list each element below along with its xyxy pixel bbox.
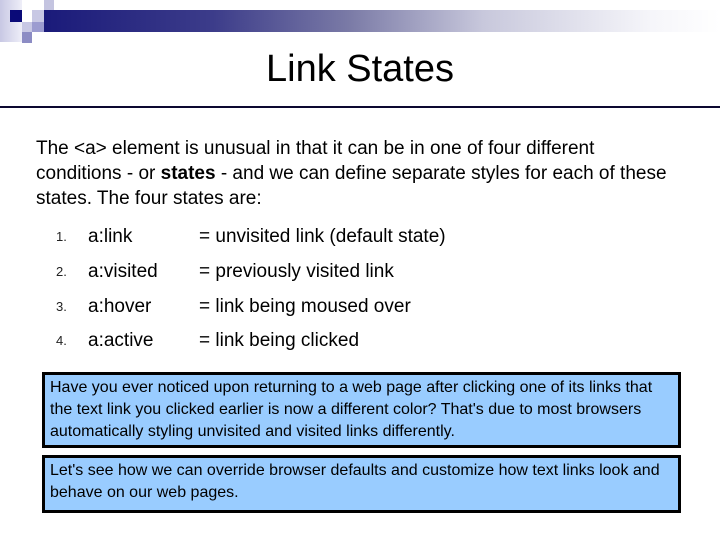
deco-square-low2 bbox=[32, 22, 44, 32]
state-description: = link being moused over bbox=[199, 296, 411, 317]
state-item: 2. a:visited = previously visited link bbox=[0, 257, 720, 287]
note-box-override-defaults: Let's see how we can override browser de… bbox=[42, 455, 681, 513]
deco-square-dark bbox=[10, 10, 22, 22]
note-text: Let's see how we can override browser de… bbox=[50, 462, 660, 501]
state-selector: a:hover bbox=[88, 296, 152, 317]
slide-title-text: Link States bbox=[266, 48, 454, 90]
deco-square-pale bbox=[32, 10, 44, 22]
state-number: 1. bbox=[56, 229, 67, 244]
state-description: = unvisited link (default state) bbox=[199, 226, 446, 247]
header-gradient-bar bbox=[44, 10, 720, 32]
intro-bold-states: states bbox=[160, 163, 216, 184]
slide-title: Link States bbox=[0, 46, 720, 92]
state-number: 3. bbox=[56, 299, 67, 314]
state-item: 4. a:active = link being clicked bbox=[0, 326, 720, 356]
state-item: 3. a:hover = link being moused over bbox=[0, 292, 720, 322]
title-divider bbox=[0, 106, 720, 108]
state-description: = link being clicked bbox=[199, 330, 360, 351]
state-selector: a:visited bbox=[88, 261, 158, 282]
state-number: 4. bbox=[56, 333, 67, 348]
note-box-visited-colors: Have you ever noticed upon returning to … bbox=[42, 372, 681, 448]
state-item: 1. a:link = unvisited link (default stat… bbox=[0, 222, 720, 252]
intro-paragraph: The <a> element is unusual in that it ca… bbox=[36, 136, 676, 211]
deco-square-low1 bbox=[22, 22, 32, 32]
state-number: 2. bbox=[56, 264, 67, 279]
deco-square-top bbox=[44, 0, 54, 10]
state-selector: a:active bbox=[88, 330, 154, 351]
deco-square-bottom bbox=[22, 32, 32, 43]
state-selector: a:link bbox=[88, 226, 133, 247]
note-text: Have you ever noticed upon returning to … bbox=[50, 379, 653, 440]
state-description: = previously visited link bbox=[199, 261, 394, 282]
